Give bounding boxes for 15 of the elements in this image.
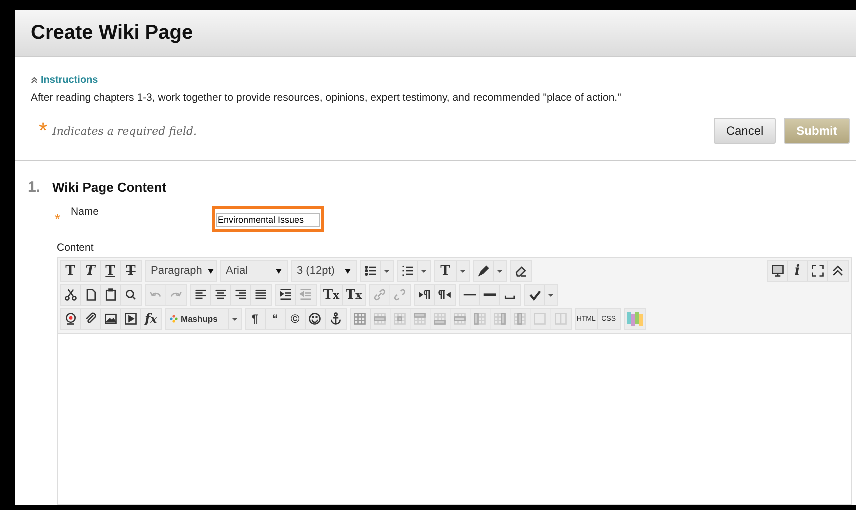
required-asterisk: * [39,124,48,138]
instructions-toggle[interactable]: Instructions [31,75,856,86]
page-title: Create Wiki Page [31,22,194,44]
field-label: Content [56,241,95,254]
dots-icon [170,315,178,323]
required-note: Indicates a required field. [52,124,198,138]
required-asterisk: * [55,211,62,227]
color-swatch-icon[interactable] [624,309,645,329]
section-title: Wiki Page Content [52,180,167,195]
double-chevron-icon [31,77,38,84]
instructions-text: After reading chapters 1-3, work together to provide resources, opinions, expert testimony, and recommended "place of action." [31,92,622,104]
cancel-button[interactable]: Cancel [714,118,776,144]
field-label: Name [71,206,100,218]
name-field[interactable]: Environmental Issues [212,206,324,232]
section-number: 1. [28,179,41,196]
